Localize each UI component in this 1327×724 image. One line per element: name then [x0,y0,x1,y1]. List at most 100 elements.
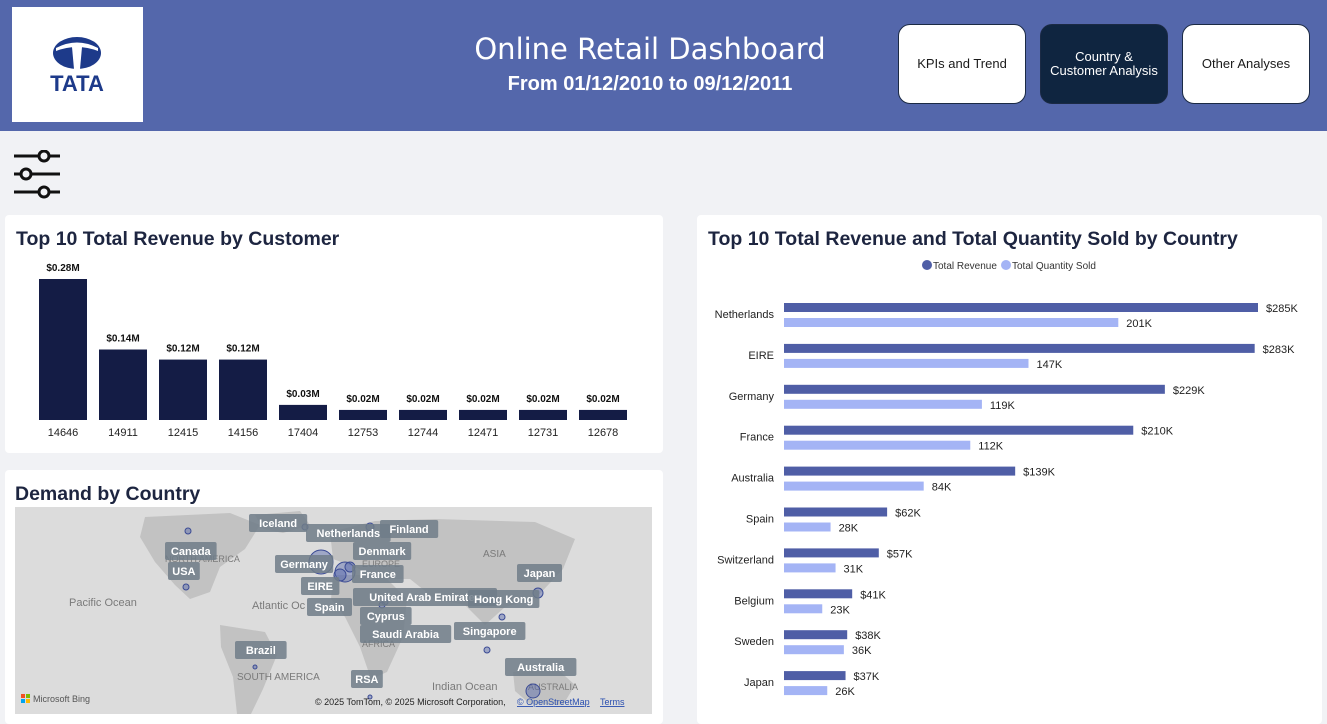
customer-bar[interactable] [399,409,447,420]
revenue-bar[interactable] [784,466,1016,476]
revenue-value-label: $210K [1141,426,1173,438]
svg-text:France: France [360,569,396,581]
customer-revenue-card: Top 10 Total Revenue by Customer $0.28M 1… [5,215,663,453]
quantity-bar[interactable] [784,399,982,409]
revenue-value-label: $283K [1263,344,1295,356]
country-tick-label: Belgium [734,595,774,607]
map-country-label[interactable]: Australia [505,658,577,676]
svg-text:United Arab Emirates: United Arab Emirates [369,592,480,604]
revenue-bar[interactable] [784,671,846,681]
quantity-value-label: 119K [990,400,1016,412]
svg-text:Germany: Germany [280,559,329,571]
tata-logo-icon: TATA [50,37,104,96]
quantity-bar[interactable] [784,481,924,491]
svg-text:Spain: Spain [315,602,345,614]
customer-bar[interactable] [99,349,147,421]
customer-bar[interactable] [279,404,327,420]
map-country-label[interactable]: Netherlands [306,524,391,542]
svg-text:Netherlands: Netherlands [317,528,381,540]
nav-kpis-button[interactable]: KPIs and Trend [898,24,1026,104]
svg-text:Japan: Japan [524,568,556,580]
map-country-label[interactable]: France [352,565,404,583]
svg-text:EIRE: EIRE [307,581,333,593]
country-tick-label: Netherlands [715,309,775,321]
revenue-bar[interactable] [784,507,888,517]
customer-bar-value-label: $0.12M [166,344,199,355]
customer-bar-value-label: $0.02M [346,394,379,405]
map-country-label[interactable]: Spain [307,598,352,616]
map-country-label[interactable]: Canada [165,542,217,560]
quantity-bar[interactable] [784,440,971,450]
revenue-bar[interactable] [784,425,1134,435]
quantity-bar[interactable] [784,645,844,655]
map-country-label[interactable]: Japan [517,564,562,582]
demand-bubble[interactable] [182,583,190,591]
terms-link[interactable]: Terms [600,697,625,707]
svg-text:Finland: Finland [390,524,429,536]
map-country-label[interactable]: Germany [275,555,334,573]
customer-bar[interactable] [519,409,567,420]
svg-text:Saudi Arabia: Saudi Arabia [372,629,440,641]
openstreetmap-link[interactable]: © OpenStreetMap [517,697,590,707]
revenue-bar[interactable] [784,303,1258,312]
revenue-bar[interactable] [784,343,1255,353]
map-geo-label: SOUTH AMERICA [237,672,320,683]
customer-bar[interactable] [339,409,387,420]
quantity-bar[interactable] [784,686,828,696]
customer-bar[interactable] [459,409,507,420]
quantity-bar[interactable] [784,604,823,614]
customer-bar[interactable] [159,359,207,420]
quantity-value-label: 201K [1126,318,1152,330]
revenue-bar[interactable] [784,548,879,558]
country-tick-label: Australia [731,473,775,485]
demand-bubble[interactable] [498,613,506,621]
revenue-bar[interactable] [784,384,1165,394]
country-tick-label: Spain [746,514,774,526]
map-geo-label: Atlantic Oc [252,600,306,612]
country-tick-label: Sweden [734,636,774,648]
revenue-value-label: $38K [855,630,881,642]
revenue-value-label: $37K [854,671,880,683]
map-country-label[interactable]: RSA [351,670,383,688]
customer-bar-value-label: $0.02M [586,394,619,405]
quantity-bar[interactable] [784,318,1119,327]
revenue-bar[interactable] [784,630,848,640]
quantity-bar[interactable] [784,358,1029,368]
quantity-value-label: 23K [830,604,850,616]
map-title: Demand by Country [15,483,201,505]
quantity-bar[interactable] [784,522,831,532]
map-country-label[interactable]: USA [168,562,200,580]
quantity-value-label: 84K [932,482,952,494]
nav-other-analyses-button[interactable]: Other Analyses [1182,24,1310,104]
map-country-label[interactable]: Saudi Arabia [360,625,452,643]
legend-marker [922,260,932,270]
legend-label: Total Quantity Sold [1012,261,1096,272]
logo-text: TATA [50,71,104,96]
demand-bubble[interactable] [525,683,541,699]
demand-map[interactable]: NORTH AMERICASOUTH AMERICAEUROPEAFRICAAS… [15,507,652,714]
demand-bubble[interactable] [184,527,192,535]
nav-country-customer-button[interactable]: Country & Customer Analysis [1040,24,1168,104]
customer-bar[interactable] [579,409,627,420]
map-country-label[interactable]: EIRE [301,577,340,595]
map-country-label[interactable]: Iceland [249,514,308,532]
customer-id-tick-label: 12744 [408,427,439,439]
demand-bubble[interactable] [483,646,491,654]
customer-bar-value-label: $0.02M [406,394,439,405]
map-country-label[interactable]: Brazil [235,641,287,659]
revenue-bar[interactable] [784,589,853,599]
map-country-label[interactable]: Finland [380,520,439,538]
map-country-label[interactable]: Cyprus [360,607,412,625]
map-geo-label: ASIA [483,549,506,560]
customer-bar[interactable] [219,359,267,420]
map-country-label[interactable]: Denmark [353,542,412,560]
quantity-bar[interactable] [784,563,836,573]
customer-id-tick-label: 12753 [348,427,379,439]
country-tick-label: Germany [729,391,775,403]
demand-bubble[interactable] [252,664,258,670]
map-country-label[interactable]: Singapore [454,622,526,640]
customer-bar[interactable] [39,279,87,420]
sliders-icon[interactable] [12,150,62,200]
map-country-label[interactable]: Hong Kong [468,590,540,608]
customer-id-tick-label: 12731 [528,427,559,439]
